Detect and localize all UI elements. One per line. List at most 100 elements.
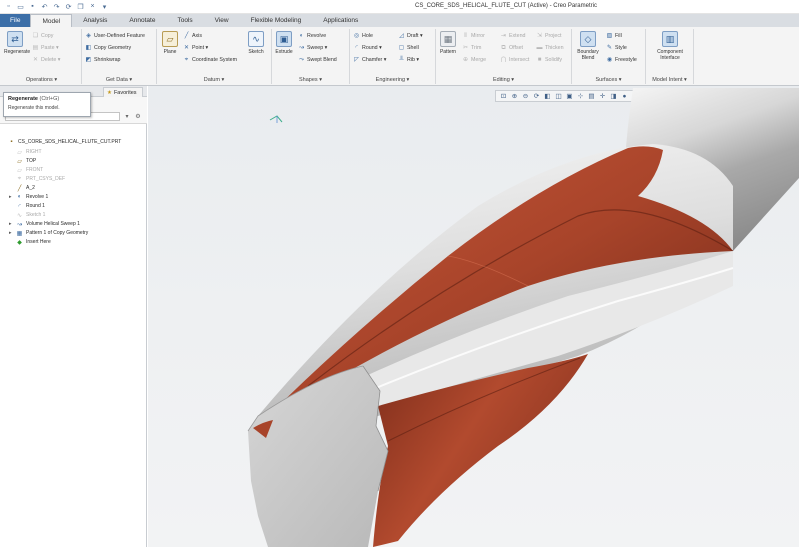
component-interface-button[interactable]: ▥ Component Interface	[652, 31, 688, 61]
tree-label: Pattern 1 of Copy Geometry	[26, 230, 89, 236]
csys-button[interactable]: ⌖ Coordinate System	[183, 57, 237, 64]
shapes-group-label[interactable]: Shapes ▾	[272, 76, 349, 84]
project-button[interactable]: ⇲ Project	[536, 33, 562, 40]
expand-icon[interactable]: ▸	[9, 230, 12, 236]
undo-icon[interactable]: ↶	[40, 2, 49, 11]
tab-applications[interactable]: Applications	[312, 14, 369, 27]
tree-item-insert-here[interactable]: ◆ Insert Here	[16, 238, 51, 246]
freestyle-label: Freestyle	[615, 57, 637, 63]
boundary-blend-button[interactable]: ◇ Boundary Blend	[575, 31, 601, 61]
tab-view[interactable]: View	[204, 14, 240, 27]
get-data-group-label[interactable]: Get Data ▾	[82, 76, 156, 84]
fill-label: Fill	[615, 33, 622, 39]
intersect-button[interactable]: ⋂ Intersect	[500, 57, 529, 64]
graphics-window[interactable]: ⊡ ⊕ ⊖ ⟳ ◧ ◫ ▣ ⊹ ▤ ✛ ◨ ● ⬚	[148, 86, 799, 547]
pattern-label: Pattern	[439, 49, 457, 55]
thicken-button[interactable]: ▬ Thicken	[536, 45, 564, 52]
redo-icon[interactable]: ↷	[52, 2, 61, 11]
shrinkwrap-button[interactable]: ◩ Shrinkwrap	[85, 57, 121, 64]
sweep-button[interactable]: ↝ Sweep ▾	[298, 45, 327, 52]
tree-item-pattern[interactable]: ▦ Pattern 1 of Copy Geometry	[16, 229, 89, 237]
rib-button[interactable]: ╨ Rib ▾	[398, 57, 419, 64]
point-icon: ✕	[183, 45, 190, 51]
hole-icon: ◎	[353, 33, 360, 39]
chamfer-button[interactable]: ◸ Chamfer ▾	[353, 57, 386, 64]
shell-button[interactable]: ▢ Shell	[398, 45, 419, 52]
tab-flexible-modeling[interactable]: Flexible Modeling	[240, 14, 313, 27]
plane-button[interactable]: ▱ Plane	[159, 31, 181, 55]
tree-item-round[interactable]: ◜ Round 1	[16, 202, 45, 210]
tree-item-axis[interactable]: ╱ A_2	[16, 184, 35, 192]
engineering-group-label[interactable]: Engineering ▾	[350, 76, 435, 84]
extend-button[interactable]: ⇥ Extend	[500, 33, 526, 40]
udf-label: User-Defined Feature	[94, 33, 145, 39]
revolve-button[interactable]: ◐ Revolve	[298, 33, 326, 40]
axis-icon: ╱	[17, 185, 22, 192]
save-icon[interactable]: ▪	[28, 2, 37, 11]
tab-annotate[interactable]: Annotate	[118, 14, 166, 27]
tree-item-right[interactable]: ▱ RIGHT	[16, 148, 41, 156]
mirror-label: Mirror	[471, 33, 485, 39]
freestyle-button[interactable]: ◉ Freestyle	[606, 57, 637, 64]
hole-button[interactable]: ◎ Hole	[353, 33, 373, 40]
solidify-button[interactable]: ■ Solidify	[536, 57, 562, 64]
draft-button[interactable]: ◿ Draft ▾	[398, 33, 422, 40]
tree-item-part[interactable]: ▪ CS_CORE_SDS_HELICAL_FLUTE_CUT.PRT	[8, 138, 121, 146]
operations-group-label[interactable]: Operations ▾	[2, 76, 81, 84]
tree-settings-icon[interactable]: ▾	[123, 112, 131, 120]
csys-icon: ⌖	[184, 57, 189, 63]
offset-button[interactable]: ⧉ Offset	[500, 45, 523, 52]
tree-columns-icon[interactable]: ⚙	[134, 112, 142, 120]
tree-item-top[interactable]: ▱ TOP	[16, 157, 36, 165]
tab-tools[interactable]: Tools	[166, 14, 203, 27]
tab-file[interactable]: File	[0, 14, 31, 27]
fill-button[interactable]: ▧ Fill	[606, 33, 622, 40]
tree-label: Round 1	[26, 203, 45, 209]
copy-button[interactable]: ❏ Copy	[32, 33, 54, 40]
paste-button[interactable]: ▤ Paste ▾	[32, 45, 59, 52]
sketch-button[interactable]: ∿ Sketch	[245, 31, 267, 55]
pattern-button[interactable]: ▦ Pattern	[437, 31, 459, 55]
revolve-icon: ◐	[17, 194, 22, 200]
close-icon[interactable]: ×	[88, 2, 97, 11]
regenerate-button[interactable]: ⇄ Regenerate	[4, 31, 30, 55]
udf-button[interactable]: ◈ User-Defined Feature	[85, 33, 145, 40]
round-label: Round ▾	[362, 45, 382, 51]
extrude-label: Extrude	[275, 49, 293, 55]
tree-item-csys[interactable]: ⌖ PRT_CSYS_DEF	[16, 175, 65, 183]
tab-favorites[interactable]: ★ Favorites	[103, 87, 143, 97]
tab-analysis[interactable]: Analysis	[72, 14, 118, 27]
expand-icon[interactable]: ▸	[9, 221, 12, 227]
csys-icon: ⌖	[17, 175, 22, 182]
extrude-button[interactable]: ▣ Extrude	[273, 31, 295, 55]
ribbon-tabs: File Model Analysis Annotate Tools View …	[0, 14, 799, 27]
expand-icon[interactable]: ▸	[9, 194, 12, 200]
customize-icon[interactable]: ▾	[100, 2, 109, 11]
tree-item-front[interactable]: ▱ FRONT	[16, 166, 43, 174]
tree-item-sketch[interactable]: ∿ Sketch 1	[16, 211, 45, 219]
editing-group-label[interactable]: Editing ▾	[436, 76, 571, 84]
round-button[interactable]: ◜ Round ▾	[353, 45, 382, 52]
regenerate-icon[interactable]: ⟳	[64, 2, 73, 11]
tree-item-revolve[interactable]: ◐ Revolve 1	[16, 193, 49, 201]
mirror-button[interactable]: ⫴ Mirror	[462, 33, 485, 40]
merge-button[interactable]: ⊕ Merge	[462, 57, 486, 64]
copy-geometry-button[interactable]: ◧ Copy Geometry	[85, 45, 131, 52]
axis-button[interactable]: ╱ Axis	[183, 33, 202, 40]
open-icon[interactable]: ▭	[16, 2, 25, 11]
model-tree-panel: ★ Favorites ▾ ⚙ ▪ CS_CORE_SDS_HELICAL_FLUT…	[0, 86, 147, 547]
new-icon[interactable]: ▫	[4, 2, 13, 11]
windows-icon[interactable]: ❐	[76, 2, 85, 11]
swept-blend-button[interactable]: ⤳ Swept Blend	[298, 57, 337, 64]
datum-group-label[interactable]: Datum ▾	[157, 76, 271, 84]
merge-icon: ⊕	[462, 57, 469, 63]
point-button[interactable]: ✕ Point ▾	[183, 45, 208, 52]
model-intent-group-label[interactable]: Model Intent ▾	[646, 76, 693, 84]
delete-button[interactable]: ✕ Delete ▾	[32, 57, 60, 64]
window-title: CS_CORE_SDS_HELICAL_FLUTE_CUT (Active) -…	[415, 3, 597, 9]
style-button[interactable]: ✎ Style	[606, 45, 627, 52]
tree-item-helical-sweep[interactable]: ↝ Volume Helical Sweep 1	[16, 220, 80, 228]
surfaces-group-label[interactable]: Surfaces ▾	[572, 76, 645, 84]
trim-button[interactable]: ✂ Trim	[462, 45, 481, 52]
tab-model[interactable]: Model	[30, 14, 73, 27]
